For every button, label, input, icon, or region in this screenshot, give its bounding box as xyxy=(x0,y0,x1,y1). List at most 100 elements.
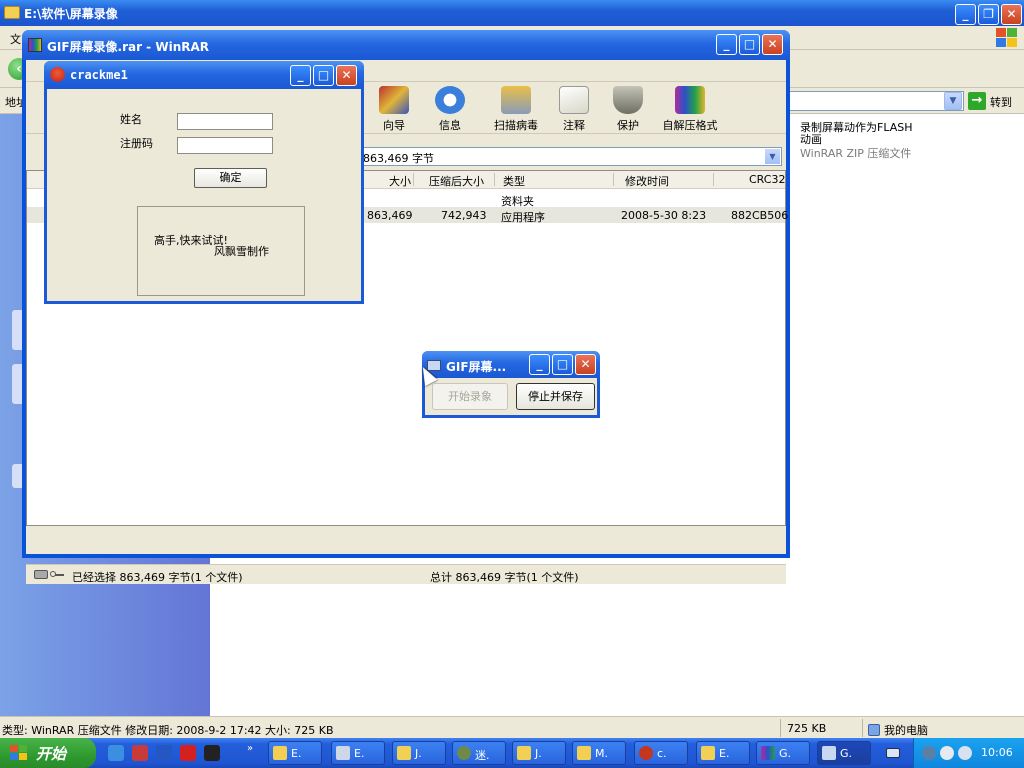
status-divider xyxy=(780,719,781,737)
minimize-button[interactable]: _ xyxy=(716,34,737,55)
keyboard-icon[interactable] xyxy=(886,748,900,758)
minimize-button[interactable]: _ xyxy=(529,354,550,375)
close-button[interactable]: ✕ xyxy=(1001,4,1022,25)
protect-button[interactable]: 保护 xyxy=(608,86,648,132)
winrar-title: GIF屏幕录像.rar - WinRAR xyxy=(47,40,210,54)
task-label: c. xyxy=(657,747,667,760)
quicklaunch-ie-icon[interactable] xyxy=(108,745,124,761)
start-record-button[interactable]: 开始录象 xyxy=(432,383,508,410)
crackme-title: crackme1 xyxy=(70,68,128,82)
column-divider[interactable] xyxy=(494,173,495,186)
globe-icon xyxy=(457,746,471,760)
chevron-down-icon[interactable]: ▼ xyxy=(765,149,780,164)
column-divider[interactable] xyxy=(613,173,614,186)
task-button[interactable]: 迷. xyxy=(452,741,506,765)
status-size: 725 KB xyxy=(787,722,827,735)
task-button[interactable]: M. xyxy=(572,741,626,765)
name-label: 姓名 xyxy=(120,113,142,126)
task-button-active[interactable]: G. xyxy=(817,741,871,765)
windows-logo-icon xyxy=(10,745,28,761)
gif-recorder-title-bar[interactable]: GIF屏幕... _ □ ✕ xyxy=(422,351,600,378)
column-packed[interactable]: 压缩后大小 xyxy=(425,173,488,189)
wizard-label: 向导 xyxy=(383,119,405,132)
code-input[interactable] xyxy=(177,137,273,154)
task-button[interactable]: J. xyxy=(392,741,446,765)
close-button[interactable]: ✕ xyxy=(575,354,596,375)
name-input[interactable] xyxy=(177,113,273,130)
minimize-button[interactable]: _ xyxy=(290,65,311,86)
windows-logo-icon xyxy=(996,28,1018,48)
quicklaunch-g-icon[interactable] xyxy=(156,745,172,761)
column-divider[interactable] xyxy=(413,173,414,186)
comment-button[interactable]: 注释 xyxy=(554,86,594,132)
file-type: WinRAR ZIP 压缩文件 xyxy=(800,147,912,160)
task-label: E. xyxy=(291,747,302,760)
chevron-right-icon[interactable]: » xyxy=(247,743,253,754)
close-button[interactable]: ✕ xyxy=(762,34,783,55)
sfx-button[interactable]: 自解压格式 xyxy=(658,86,722,132)
quicklaunch-app-icon[interactable] xyxy=(180,745,196,761)
crackme-window: crackme1 _ □ ✕ 姓名 注册码 确定 高手,快来试试! 风飘雪制作 xyxy=(44,61,364,304)
computer-icon xyxy=(868,724,880,736)
restore-button[interactable]: ❐ xyxy=(978,4,999,25)
column-type[interactable]: 类型 xyxy=(499,173,529,189)
winrar-icon xyxy=(761,746,775,760)
task-button[interactable]: c. xyxy=(634,741,688,765)
stop-save-button[interactable]: 停止并保存 xyxy=(516,383,595,410)
explorer-title: E:\软件\屏幕录像 xyxy=(24,7,118,21)
column-crc[interactable]: CRC32 xyxy=(745,173,789,189)
column-divider[interactable] xyxy=(713,173,714,186)
taskbar: 开始 » E. E. J. 迷. J. M. c. E. G. G. 10:06 xyxy=(0,738,1024,768)
task-label: G. xyxy=(840,747,853,760)
task-button[interactable]: E. xyxy=(331,741,385,765)
security-icon[interactable] xyxy=(958,746,972,760)
status-info: 类型: WinRAR 压缩文件 修改日期: 2008-9-2 17:42 大小:… xyxy=(2,724,334,737)
folder-icon xyxy=(4,6,20,19)
sfx-label: 自解压格式 xyxy=(662,119,718,132)
address-dropdown-icon[interactable]: ▼ xyxy=(944,92,962,110)
scan-virus-button[interactable]: 扫描病毒 xyxy=(488,86,544,132)
task-button[interactable]: E. xyxy=(696,741,750,765)
quicklaunch-tool-icon[interactable] xyxy=(132,745,148,761)
close-button[interactable]: ✕ xyxy=(336,65,357,86)
gif-recorder-body: 开始录象 停止并保存 xyxy=(425,378,597,415)
status-location: 我的电脑 xyxy=(868,722,928,738)
path-dropdown[interactable]: 863,469 字节 ▼ xyxy=(358,147,782,166)
ok-button[interactable]: 确定 xyxy=(194,168,267,188)
file-name: 录制屏幕动作为FLASH xyxy=(800,121,913,134)
clock: 10:06 xyxy=(981,746,1013,759)
shield-icon[interactable] xyxy=(940,746,954,760)
task-button[interactable]: G. xyxy=(756,741,810,765)
maximize-button[interactable]: □ xyxy=(739,34,760,55)
file-item-swf[interactable]: 录制屏幕动作为FLASH 动画 WinRAR ZIP 压缩文件 xyxy=(800,122,1000,160)
row-size: 863,469 xyxy=(367,209,413,222)
bug-icon xyxy=(639,746,653,760)
column-size[interactable]: 大小 xyxy=(385,173,415,189)
column-modified[interactable]: 修改时间 xyxy=(621,173,673,189)
minimize-button[interactable]: _ xyxy=(955,4,976,25)
task-label: M. xyxy=(595,747,608,760)
wizard-icon xyxy=(379,86,409,114)
folder-icon xyxy=(577,746,591,760)
winrar-title-bar[interactable]: GIF屏幕录像.rar - WinRAR _ □ ✕ xyxy=(22,30,790,60)
task-button[interactable]: J. xyxy=(512,741,566,765)
key-icon xyxy=(50,570,64,579)
wizard-button[interactable]: 向导 xyxy=(372,86,416,132)
explorer-title-bar[interactable]: E:\软件\屏幕录像 _ ❐ ✕ xyxy=(0,0,1024,26)
gif-recorder-title: GIF屏幕... xyxy=(446,360,507,374)
info-button[interactable]: 信息 xyxy=(428,86,472,132)
maximize-button[interactable]: □ xyxy=(313,65,334,86)
scan-virus-icon xyxy=(501,86,531,114)
maximize-button[interactable]: □ xyxy=(552,354,573,375)
go-button[interactable]: → 转到 xyxy=(966,92,1022,110)
start-button[interactable]: 开始 xyxy=(0,738,96,768)
crackme-title-bar[interactable]: crackme1 _ □ ✕ xyxy=(44,61,364,89)
quicklaunch-pen-icon[interactable] xyxy=(204,745,220,761)
file-name-cont: 动画 xyxy=(800,133,822,146)
network-icon[interactable] xyxy=(922,746,936,760)
comment-label: 注释 xyxy=(563,119,585,132)
menu-file[interactable]: 文 xyxy=(10,31,21,47)
gif-recorder-window: GIF屏幕... _ □ ✕ 开始录象 停止并保存 xyxy=(422,351,600,418)
task-button[interactable]: E. xyxy=(268,741,322,765)
address-input[interactable] xyxy=(786,91,964,111)
